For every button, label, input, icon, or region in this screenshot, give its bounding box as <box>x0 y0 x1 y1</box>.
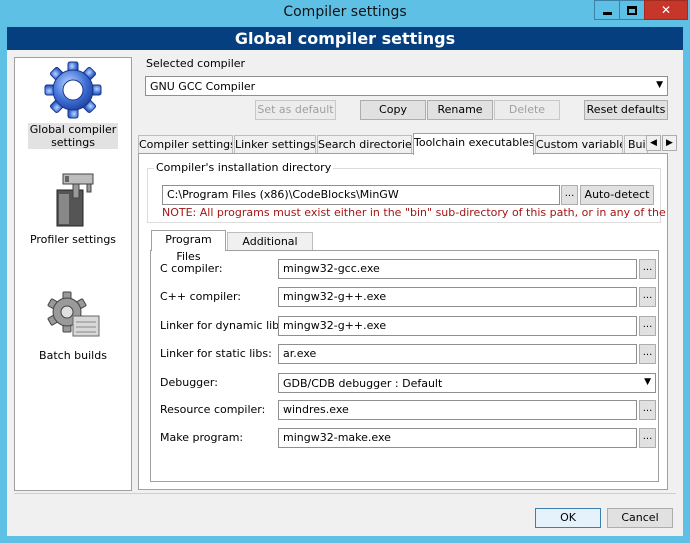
selected-compiler-value: GNU GCC Compiler <box>150 80 256 93</box>
selected-compiler-label: Selected compiler <box>146 57 246 70</box>
make-program-label: Make program: <box>160 431 244 444</box>
installation-directory-browse-button[interactable]: ... <box>561 185 578 205</box>
compiler-settings-window: Compiler settings ✕ Global compiler sett… <box>0 0 690 543</box>
caliper-icon <box>56 173 94 227</box>
program-files-panel: C compiler: mingw32-gcc.exe ... C++ comp… <box>150 250 659 482</box>
tab-build-options[interactable]: Bui <box>624 135 648 154</box>
linker-static-label: Linker for static libs: <box>160 347 272 360</box>
window-title: Compiler settings <box>283 4 407 20</box>
resource-compiler-label: Resource compiler: <box>160 403 266 416</box>
minimize-icon <box>602 11 612 15</box>
debugger-value: GDB/CDB debugger : Default <box>283 377 443 390</box>
settings-tab-strip: Compiler settings Linker settings Search… <box>138 133 677 155</box>
tab-scroll-left-button[interactable]: ◀ <box>646 135 661 151</box>
installation-directory-input[interactable]: C:\Program Files (x86)\CodeBlocks\MinGW <box>162 185 560 205</box>
toolchain-executables-panel: Compiler's installation directory C:\Pro… <box>138 153 668 490</box>
tab-custom-variables[interactable]: Custom variables <box>535 135 623 154</box>
sidebar-item-label: Global compiler settings <box>27 123 119 149</box>
selected-compiler-dropdown[interactable]: GNU GCC Compiler ▼ <box>145 76 668 96</box>
cpp-compiler-label: C++ compiler: <box>160 290 242 303</box>
resource-compiler-input[interactable]: windres.exe <box>278 400 637 420</box>
tab-scroll-right-button[interactable]: ▶ <box>662 135 677 151</box>
debugger-label: Debugger: <box>160 376 218 389</box>
c-compiler-browse-button[interactable]: ... <box>639 259 656 279</box>
close-icon: ✕ <box>660 3 672 17</box>
maximize-icon <box>627 5 637 15</box>
reset-defaults-button[interactable]: Reset defaults <box>584 100 668 120</box>
ok-button[interactable]: OK <box>535 508 601 528</box>
title-bar[interactable]: Compiler settings ✕ <box>0 0 690 27</box>
installation-directory-note: NOTE: All programs must exist either in … <box>162 206 666 219</box>
tab-program-files[interactable]: Program Files <box>151 230 226 263</box>
installation-directory-title: Compiler's installation directory <box>154 161 334 174</box>
maximize-button[interactable] <box>619 0 645 20</box>
cancel-button[interactable]: Cancel <box>607 508 673 528</box>
gear-icon <box>44 61 102 119</box>
tab-linker-settings[interactable]: Linker settings <box>234 135 316 154</box>
chevron-left-icon: ◀ <box>650 138 657 148</box>
linker-dynamic-input[interactable]: mingw32-g++.exe <box>278 316 637 336</box>
c-compiler-input[interactable]: mingw32-gcc.exe <box>278 259 637 279</box>
set-as-default-button[interactable]: Set as default <box>255 100 336 120</box>
minimize-button[interactable] <box>594 0 620 20</box>
linker-static-input[interactable]: ar.exe <box>278 344 637 364</box>
copy-button[interactable]: Copy <box>360 100 426 120</box>
sidebar-item-profiler-settings[interactable]: Profiler settings <box>15 170 131 246</box>
chevron-down-icon: ▼ <box>656 80 663 90</box>
make-program-input[interactable]: mingw32-make.exe <box>278 428 637 448</box>
close-button[interactable]: ✕ <box>644 0 688 20</box>
chevron-right-icon: ▶ <box>666 138 673 148</box>
settings-category-list: Global compiler settings Profiler settin… <box>14 57 132 491</box>
page-banner: Global compiler settings <box>7 27 683 50</box>
tab-search-directories[interactable]: Search directories <box>317 135 412 154</box>
tab-compiler-settings[interactable]: Compiler settings <box>138 135 233 154</box>
linker-dynamic-browse-button[interactable]: ... <box>639 316 656 336</box>
sidebar-item-global-compiler-settings[interactable]: Global compiler settings <box>15 60 131 149</box>
delete-button[interactable]: Delete <box>494 100 560 120</box>
footer-separator <box>14 493 676 494</box>
chevron-down-icon: ▼ <box>644 377 651 387</box>
tab-additional-paths[interactable]: Additional Paths <box>227 232 313 265</box>
linker-static-browse-button[interactable]: ... <box>639 344 656 364</box>
rename-button[interactable]: Rename <box>427 100 493 120</box>
make-program-browse-button[interactable]: ... <box>639 428 656 448</box>
tab-toolchain-executables[interactable]: Toolchain executables <box>413 133 534 155</box>
linker-dynamic-label: Linker for dynamic libs: <box>160 319 289 332</box>
sidebar-item-batch-builds[interactable]: Batch builds <box>15 286 131 362</box>
debugger-dropdown[interactable]: GDB/CDB debugger : Default ▼ <box>278 373 656 393</box>
auto-detect-button[interactable]: Auto-detect <box>580 185 654 205</box>
sidebar-item-label: Batch builds <box>39 349 107 362</box>
installation-directory-group: Compiler's installation directory C:\Pro… <box>147 161 666 223</box>
sidebar-item-label: Profiler settings <box>29 233 117 246</box>
resource-compiler-browse-button[interactable]: ... <box>639 400 656 420</box>
batch-gear-icon <box>47 291 100 337</box>
cpp-compiler-browse-button[interactable]: ... <box>639 287 656 307</box>
cpp-compiler-input[interactable]: mingw32-g++.exe <box>278 287 637 307</box>
